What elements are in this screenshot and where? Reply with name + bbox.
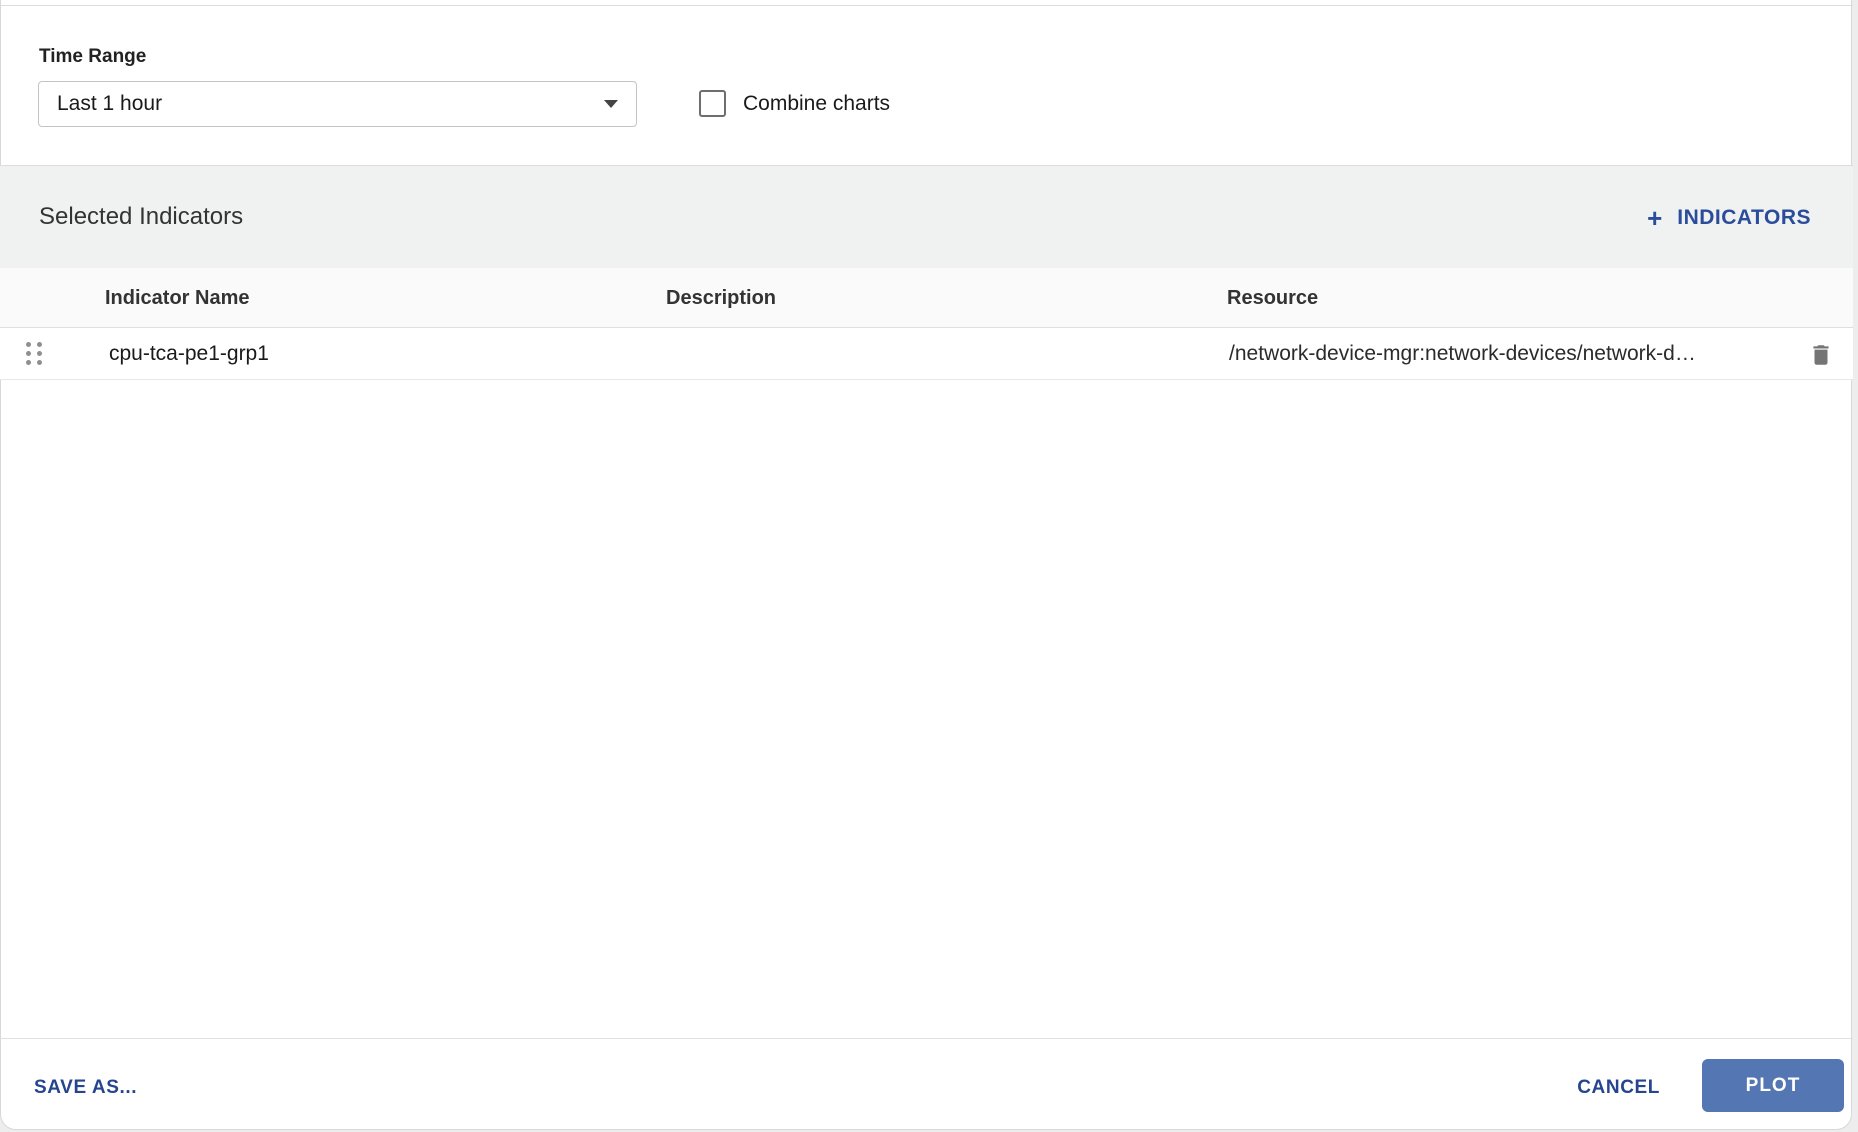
- add-indicators-label: INDICATORS: [1677, 205, 1811, 229]
- save-as-button[interactable]: SAVE AS...: [34, 1077, 137, 1099]
- time-range-label: Time Range: [39, 46, 147, 67]
- column-header-description: Description: [666, 286, 777, 309]
- combine-charts-checkbox[interactable]: [699, 90, 726, 117]
- delete-row-button[interactable]: [1806, 340, 1836, 370]
- top-divider: [0, 5, 1853, 6]
- cancel-button[interactable]: CANCEL: [1577, 1077, 1660, 1099]
- add-indicators-button[interactable]: + INDICATORS: [1647, 166, 1811, 269]
- drag-handle-icon[interactable]: [26, 342, 42, 365]
- trash-icon: [1813, 345, 1829, 365]
- column-header-indicator-name: Indicator Name: [105, 286, 250, 309]
- plot-button[interactable]: PLOT: [1702, 1059, 1844, 1112]
- table-row: cpu-tca-pe1-grp1 /network-device-mgr:net…: [0, 328, 1853, 380]
- selected-indicators-title: Selected Indicators: [39, 203, 244, 230]
- indicator-name-cell: cpu-tca-pe1-grp1: [109, 342, 269, 365]
- time-range-select[interactable]: Last 1 hour: [38, 81, 637, 127]
- indicators-table-header: Indicator Name Description Resource: [0, 268, 1853, 328]
- plus-icon: +: [1647, 202, 1663, 233]
- combine-charts-label: Combine charts: [743, 92, 891, 115]
- resource-cell: /network-device-mgr:network-devices/netw…: [1229, 342, 1696, 365]
- column-header-resource: Resource: [1227, 286, 1319, 309]
- chevron-down-icon: [604, 100, 618, 108]
- selected-indicators-band: Selected Indicators + INDICATORS: [0, 165, 1853, 268]
- time-range-value: Last 1 hour: [57, 92, 163, 115]
- plot-indicators-dialog: Time Range Last 1 hour Combine charts Se…: [0, 0, 1858, 1132]
- footer-divider: [0, 1038, 1853, 1039]
